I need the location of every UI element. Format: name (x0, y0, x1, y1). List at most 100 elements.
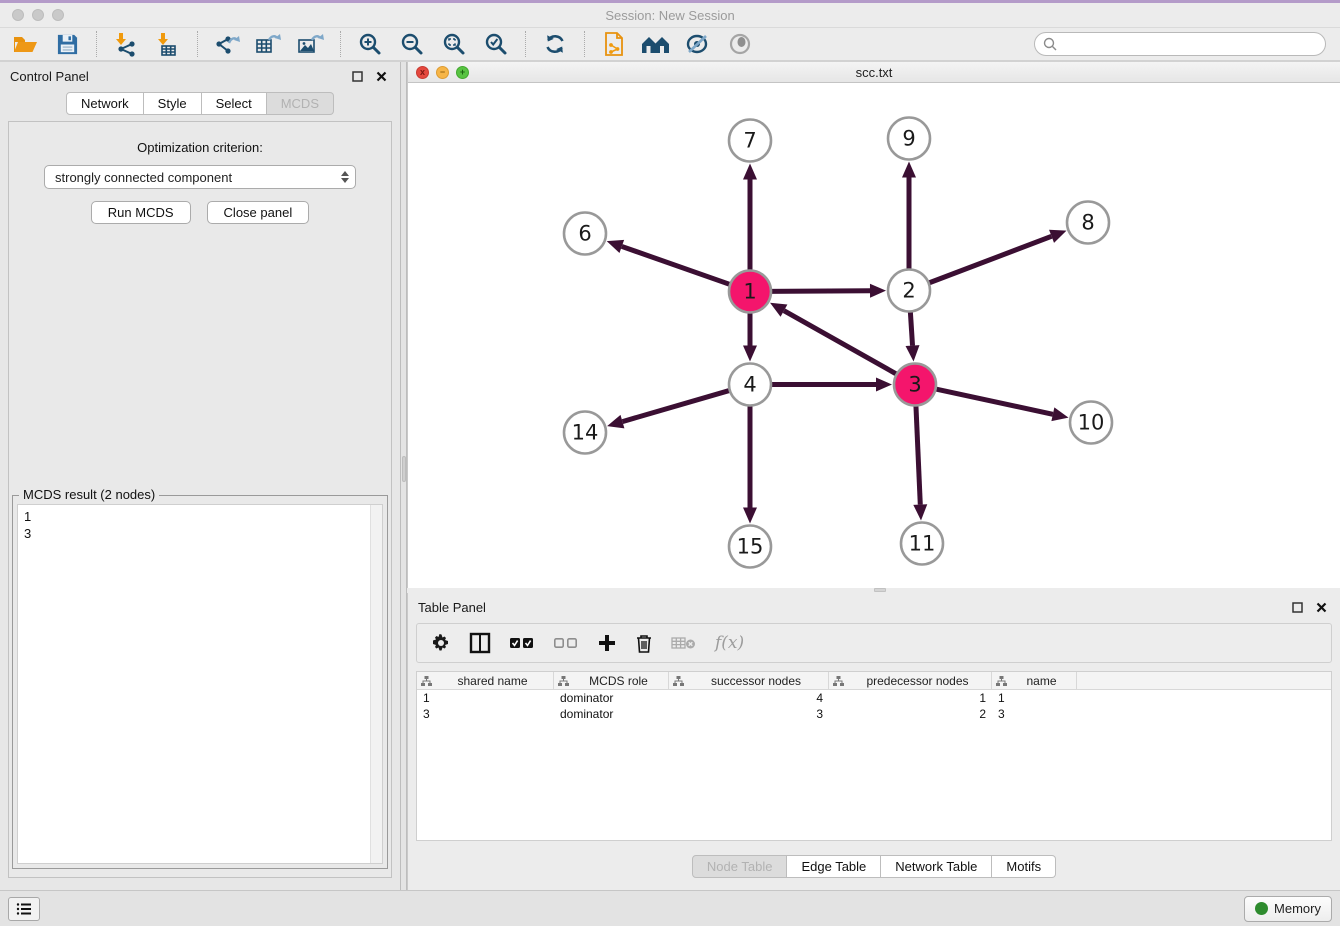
vertical-splitter[interactable] (400, 62, 407, 890)
control-panel: Control Panel Network Style Select MCDS … (0, 62, 400, 890)
table-cell[interactable]: dominator (554, 691, 669, 705)
eye-icon[interactable] (725, 30, 755, 58)
horizontal-splitter[interactable] (407, 588, 1340, 593)
attribute-icon (421, 676, 432, 686)
task-history-button[interactable] (8, 897, 40, 921)
zoom-fit-icon[interactable] (439, 30, 469, 58)
table-cell[interactable]: 2 (829, 707, 992, 721)
network-close-icon[interactable]: x (416, 66, 429, 79)
network-canvas[interactable]: 7968124314101511 (408, 83, 1340, 588)
column-header[interactable]: shared name (417, 672, 554, 689)
column-header[interactable]: name (992, 672, 1077, 689)
zoom-out-icon[interactable] (397, 30, 427, 58)
table-row[interactable]: 1dominator411 (417, 690, 1331, 706)
result-scrollbar[interactable] (370, 505, 382, 863)
delete-column-icon[interactable] (635, 633, 653, 654)
table-body: 1dominator4113dominator323 (417, 690, 1331, 722)
table-cell[interactable]: 4 (669, 691, 829, 705)
tab-motifs[interactable]: Motifs (992, 855, 1056, 878)
mcds-result-text[interactable]: 1 3 (18, 505, 370, 863)
edge-arrowhead (743, 508, 757, 524)
splitter-handle[interactable] (402, 456, 406, 482)
splitter-handle[interactable] (874, 588, 886, 592)
edge-arrowhead (913, 504, 927, 520)
import-table-icon[interactable] (153, 30, 183, 58)
node-label: 10 (1078, 411, 1105, 435)
attribute-icon (673, 676, 684, 686)
unselect-all-icon[interactable] (553, 636, 579, 650)
tab-node-table[interactable]: Node Table (692, 855, 788, 878)
selected-criterion: strongly connected component (55, 170, 341, 185)
tab-mcds[interactable]: MCDS (267, 92, 334, 115)
search-area (1034, 32, 1326, 56)
table-row[interactable]: 3dominator323 (417, 706, 1331, 722)
add-column-icon[interactable] (597, 633, 617, 653)
memory-button[interactable]: Memory (1244, 896, 1332, 922)
graph-edge[interactable] (927, 236, 1052, 283)
network-maximize-icon[interactable]: + (456, 66, 469, 79)
search-field[interactable] (1034, 32, 1326, 56)
list-icon (16, 902, 32, 916)
close-panel-button[interactable]: Close panel (207, 201, 310, 224)
open-session-icon[interactable] (10, 30, 40, 58)
zoom-in-icon[interactable] (355, 30, 385, 58)
table-cell[interactable]: 1 (992, 691, 1077, 705)
graph-edge[interactable] (769, 291, 870, 292)
edge-arrowhead (902, 162, 916, 178)
close-panel-icon[interactable] (372, 68, 390, 84)
column-header[interactable]: predecessor nodes (829, 672, 992, 689)
tab-network-table[interactable]: Network Table (881, 855, 992, 878)
select-all-icon[interactable] (509, 636, 535, 650)
column-header[interactable]: MCDS role (554, 672, 669, 689)
mcds-result-group: MCDS result (2 nodes) 1 3 (12, 495, 388, 869)
search-input[interactable] (1062, 37, 1317, 51)
export-network-icon[interactable] (212, 30, 242, 58)
clone-network-icon[interactable] (599, 30, 629, 58)
home-icon[interactable] (641, 30, 671, 58)
toolbar-separator (525, 31, 526, 57)
node-label: 15 (737, 535, 764, 559)
delete-table-icon (671, 635, 697, 651)
optimization-criterion-select[interactable]: strongly connected component (44, 165, 356, 189)
export-table-icon[interactable] (254, 30, 284, 58)
apply-layout-icon[interactable] (540, 30, 570, 58)
toolbar-separator (197, 31, 198, 57)
save-session-icon[interactable] (52, 30, 82, 58)
graph-edge[interactable] (934, 389, 1053, 415)
network-minimize-icon[interactable]: − (436, 66, 449, 79)
run-mcds-button[interactable]: Run MCDS (91, 201, 191, 224)
app-window: Session: New Session (0, 0, 1340, 926)
table-cell[interactable]: 3 (417, 707, 554, 721)
tab-select[interactable]: Select (202, 92, 267, 115)
tab-edge-table[interactable]: Edge Table (787, 855, 881, 878)
table-cell[interactable]: 3 (992, 707, 1077, 721)
toolbar-separator (584, 31, 585, 57)
table-settings-gear-icon[interactable] (431, 633, 451, 653)
graph-edge[interactable] (916, 403, 920, 504)
close-table-panel-icon[interactable] (1312, 599, 1330, 615)
hide-panel-icon[interactable] (683, 30, 713, 58)
node-table[interactable]: shared nameMCDS rolesuccessor nodesprede… (416, 671, 1332, 841)
float-table-panel-icon[interactable] (1288, 599, 1306, 615)
node-label: 6 (578, 222, 591, 246)
graph-edge[interactable] (622, 390, 731, 422)
export-image-icon[interactable] (296, 30, 326, 58)
table-cell[interactable]: dominator (554, 707, 669, 721)
zoom-selected-icon[interactable] (481, 30, 511, 58)
tab-style[interactable]: Style (144, 92, 202, 115)
table-cell[interactable]: 1 (829, 691, 992, 705)
search-icon (1043, 37, 1057, 51)
mcds-panel: Optimization criterion: strongly connect… (8, 121, 392, 878)
float-panel-icon[interactable] (348, 68, 366, 84)
column-header[interactable]: successor nodes (669, 672, 829, 689)
graph-edge[interactable] (910, 309, 912, 345)
table-cell[interactable]: 3 (669, 707, 829, 721)
graph-edge[interactable] (784, 311, 898, 376)
show-columns-icon[interactable] (469, 632, 491, 654)
import-network-icon[interactable] (111, 30, 141, 58)
tab-network[interactable]: Network (66, 92, 144, 115)
graph-edge[interactable] (622, 246, 732, 285)
network-window: scc.txt x − + 7968124314101511 (407, 62, 1340, 588)
table-cell[interactable]: 1 (417, 691, 554, 705)
network-graph[interactable]: 7968124314101511 (408, 83, 1340, 588)
